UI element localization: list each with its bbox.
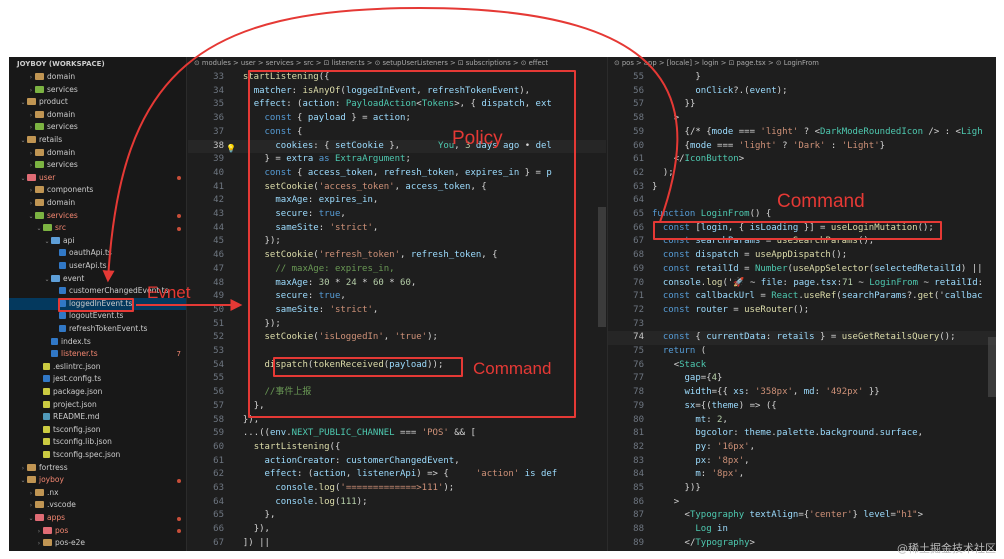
annotation-arrows [102, 6, 679, 311]
watermark: @稀土掘金技术社区 [897, 542, 996, 555]
arrow-command-to-event [102, 6, 679, 283]
